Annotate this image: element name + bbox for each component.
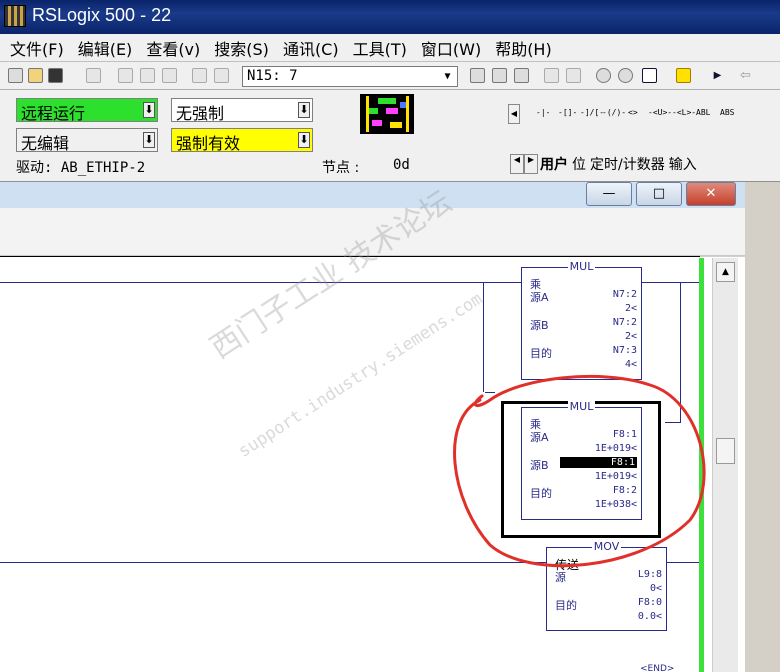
annotation-stroke xyxy=(453,374,706,568)
annotation-circle xyxy=(453,374,706,568)
